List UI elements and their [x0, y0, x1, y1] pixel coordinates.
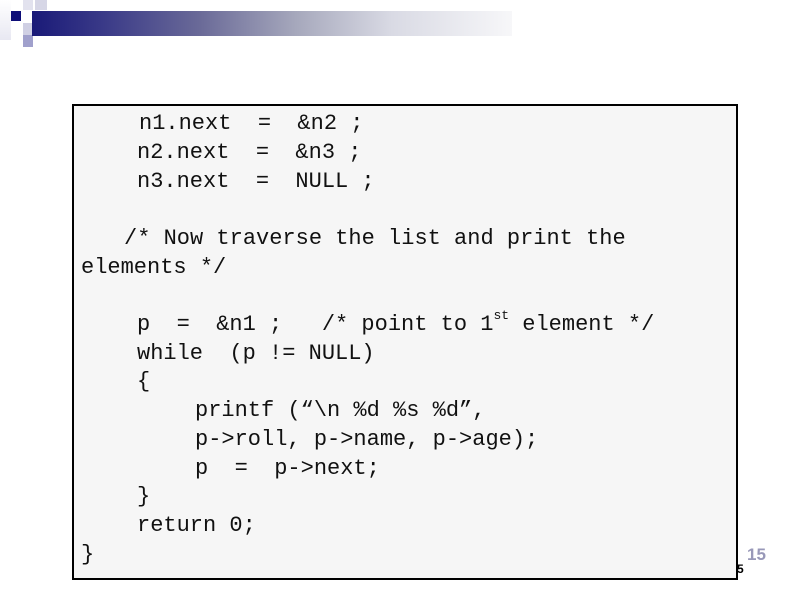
code-line: while (p != NULL)	[137, 341, 375, 366]
superscript: st	[493, 308, 510, 323]
comment-line: /* Now traverse the list and print the	[124, 226, 626, 251]
code-line: p->roll, p->name, p->age);	[195, 427, 539, 452]
code-line: n1.next = &n2 ;	[139, 111, 364, 136]
page-number-sub: 5	[737, 562, 744, 576]
decor-square	[11, 11, 21, 21]
code-line: {	[137, 369, 151, 394]
code-text: p = &n1 ; /* point to 1	[137, 312, 494, 337]
code-line: }	[81, 542, 95, 567]
code-line: n2.next = &n3 ;	[137, 140, 362, 165]
decor-square	[23, 0, 33, 10]
comment-line: elements */	[81, 255, 227, 280]
code-line: p = &n1 ; /* point to 1st element */	[137, 308, 655, 339]
decor-square	[23, 35, 33, 47]
code-line: }	[137, 484, 151, 509]
code-line: p = p->next;	[195, 456, 380, 481]
page-number: 15	[747, 545, 766, 564]
code-text: element */	[509, 312, 655, 337]
code-line: printf (“\n %d %s %d”,	[195, 398, 486, 423]
code-line: return 0;	[137, 513, 256, 538]
title-bar-gradient	[32, 11, 512, 36]
decor-square	[0, 0, 11, 40]
code-line: n3.next = NULL ;	[137, 169, 375, 194]
decor-square	[35, 0, 47, 10]
